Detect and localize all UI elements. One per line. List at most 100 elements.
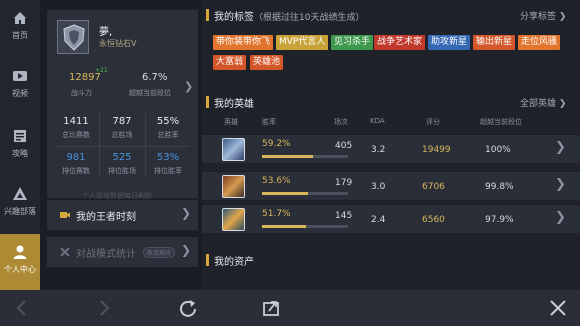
home-icon xyxy=(14,12,26,24)
moments-row[interactable]: 我的王者时刻 ❯ xyxy=(47,200,198,230)
stat-value: 981 xyxy=(66,152,86,163)
battle-stats-row[interactable]: 对战模式统计 敬请期待 ❯ xyxy=(47,237,198,267)
winrate-bar-fill xyxy=(262,155,313,158)
hero-winrate: 59.2% xyxy=(262,139,291,149)
col-games: 场次 xyxy=(334,118,348,126)
hero-winrate: 53.6% xyxy=(262,176,291,186)
stat-label: 排位赛数 xyxy=(62,167,90,175)
video-camera-icon xyxy=(60,212,70,218)
stat-label: 排位胜场 xyxy=(108,167,136,175)
stat-value: 525 xyxy=(112,152,132,163)
winrate-bar xyxy=(262,192,348,195)
col-hero: 英雄 xyxy=(224,118,238,126)
rank-shield-icon xyxy=(63,24,85,51)
nav-label: 视频 xyxy=(12,89,28,98)
battle-stats-label: 对战模式统计 xyxy=(76,249,136,260)
nav-label: 攻略 xyxy=(12,149,28,158)
stats-grid: 1411 总比赛数 787 总胜场 55% 总胜率 981 排位赛数 525 排位胜场 5… xyxy=(53,110,191,188)
tags-title: 我的标签（根据过往10天战绩生成） xyxy=(214,8,364,23)
all-heroes-link[interactable]: 全部英雄 ❯ xyxy=(520,96,566,109)
col-kda: KDA xyxy=(370,117,385,125)
col-beat: 超越当前段位 xyxy=(480,118,522,126)
avatar[interactable] xyxy=(57,20,89,54)
nav-label: 首页 xyxy=(12,31,28,40)
stat-value: 1411 xyxy=(63,116,89,127)
hero-avatar xyxy=(222,208,245,231)
refresh-icon[interactable] xyxy=(178,298,198,318)
app-root: 首页 视频 攻略 兴趣部落 个人中心 夢, 永恒钻石V 12897 +21 战斗… xyxy=(0,0,580,326)
hero-score: 6560 xyxy=(422,215,445,225)
forward-icon[interactable] xyxy=(94,298,114,318)
hero-games: 179 xyxy=(335,178,353,188)
back-icon[interactable] xyxy=(12,298,32,318)
tags-title-text: 我的标签 xyxy=(214,12,254,23)
stat-value: 53% xyxy=(156,152,180,163)
hero-kda: 2.4 xyxy=(371,215,386,225)
stat-ranked-wins: 525 排位胜场 xyxy=(99,152,145,176)
hero-games: 405 xyxy=(335,141,353,151)
profile-card: 夢, 永恒钻石V 12897 +21 战斗力 6.7% 超越当前段位 ❯ 141… xyxy=(47,10,198,200)
hero-row[interactable]: 53.6% 179 3.0 6706 99.8% ❯ xyxy=(202,171,580,200)
hero-beat: 100% xyxy=(485,145,511,155)
share-icon[interactable] xyxy=(261,298,281,318)
stat-label: 总胜率 xyxy=(157,131,179,139)
share-tags-link[interactable]: 分享标签 ❯ xyxy=(520,9,566,22)
nav-item-guide[interactable]: 攻略 xyxy=(0,118,40,174)
chevron-right-icon[interactable]: ❯ xyxy=(184,80,193,93)
hero-row[interactable]: 59.2% 405 3.2 19499 100% ❯ xyxy=(202,134,580,163)
chevron-right-icon: ❯ xyxy=(555,140,566,155)
hero-avatar xyxy=(222,175,245,198)
player-name: 夢, xyxy=(99,27,113,38)
tag-item: 英雄池 xyxy=(250,55,284,70)
share-tags-label: 分享标签 xyxy=(520,12,557,22)
all-heroes-label: 全部英雄 xyxy=(520,99,557,109)
stat-ranked-winrate: 53% 排位胜率 xyxy=(145,152,191,176)
hero-score: 19499 xyxy=(422,145,451,155)
tag-item: 大富翁 xyxy=(213,55,247,70)
power-label: 战斗力 xyxy=(71,89,92,97)
power-delta: +21 xyxy=(95,67,108,74)
stat-label: 排位胜率 xyxy=(154,167,182,175)
user-icon xyxy=(13,245,27,259)
beat-percent: 6.7% xyxy=(142,72,168,83)
beat-label: 超越当前段位 xyxy=(129,89,171,97)
chevron-right-icon: ❯ xyxy=(555,210,566,225)
chevron-right-icon: ❯ xyxy=(181,206,192,220)
stat-total-games: 1411 总比赛数 xyxy=(53,116,99,140)
section-marker xyxy=(206,9,209,21)
chevron-right-icon: ❯ xyxy=(181,243,192,257)
nav-item-profile[interactable]: 个人中心 xyxy=(0,234,40,290)
winrate-bar xyxy=(262,225,348,228)
nav-item-video[interactable]: 视频 xyxy=(0,58,40,114)
tribe-icon xyxy=(13,187,27,200)
tag-item: 战争艺术家 xyxy=(374,35,426,50)
moments-label: 我的王者时刻 xyxy=(76,212,136,223)
assets-title: 我的资产 xyxy=(214,257,254,268)
stat-total-wins: 787 总胜场 xyxy=(99,116,145,140)
hero-beat: 97.9% xyxy=(485,215,514,225)
player-rank: 永恒钻石V xyxy=(99,39,137,48)
coming-soon-badge: 敬请期待 xyxy=(143,247,176,258)
winrate-bar-fill xyxy=(262,192,309,195)
bottom-toolbar xyxy=(0,290,580,326)
hero-beat: 99.8% xyxy=(485,182,514,192)
col-score: 评分 xyxy=(426,118,440,126)
crossed-swords-icon xyxy=(60,247,70,257)
section-marker xyxy=(206,254,209,266)
hero-row[interactable]: 51.7% 145 2.4 6560 97.9% ❯ xyxy=(202,204,580,233)
stat-ranked-games: 981 排位赛数 xyxy=(53,152,99,176)
nav-item-home[interactable]: 首页 xyxy=(0,0,40,56)
section-marker xyxy=(206,96,209,108)
nav-item-tribe[interactable]: 兴趣部落 xyxy=(0,176,40,232)
tag-item: MVP代言人 xyxy=(276,35,329,50)
tag-item: 助攻新星 xyxy=(428,35,471,50)
winrate-bar xyxy=(262,155,348,158)
col-winrate: 胜率 xyxy=(262,118,276,126)
tag-item: 见习杀手 xyxy=(331,35,374,50)
close-icon[interactable] xyxy=(548,298,568,318)
stat-total-winrate: 55% 总胜率 xyxy=(145,116,191,140)
chevron-right-icon: ❯ xyxy=(555,177,566,192)
nav-label: 兴趣部落 xyxy=(4,207,36,216)
winrate-bar-fill xyxy=(262,225,307,228)
hero-kda: 3.2 xyxy=(371,145,386,155)
